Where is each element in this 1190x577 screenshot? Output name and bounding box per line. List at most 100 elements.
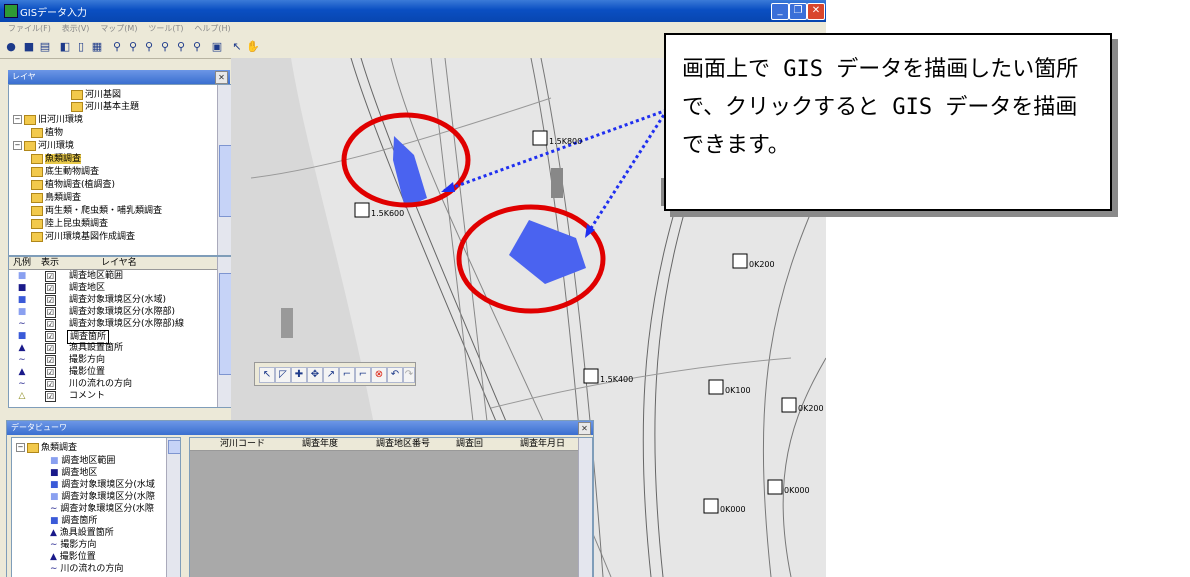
tree-item[interactable]: 植物調査(植調査) [31,177,115,190]
tree-item[interactable]: 河川環境基図作成調査 [31,229,135,242]
layer-row[interactable]: ■ ☑ 調査対象環境区分(水際部) [9,306,219,318]
zoom-full-icon[interactable]: ⚲ [142,40,156,54]
undo-icon[interactable]: ↶ [387,367,403,383]
zoom-layer-icon[interactable]: ⚲ [158,40,172,54]
layer-panel-title: レイヤ ✕ [8,70,230,84]
layer-name: 川の流れの方向 [69,379,133,389]
save-icon[interactable]: ■ [22,40,36,54]
pan-hand-icon[interactable]: ✋ [246,40,260,54]
visible-checkbox[interactable]: ☑ [45,271,56,282]
layer-table-scrollbar[interactable] [217,257,231,407]
draw-polygon-icon[interactable]: ◸ [275,367,291,383]
zoom-in-icon[interactable]: ⚲ [110,40,124,54]
col-survey-round[interactable]: 調査回 [456,438,483,450]
tree-item[interactable]: 植物 [31,125,63,138]
collapse-icon[interactable]: − [16,443,25,452]
move-vertex-icon[interactable]: ✥ [307,367,323,383]
minimize-button[interactable]: _ [771,3,789,20]
select-tool-icon[interactable]: ↖ [259,367,275,383]
maximize-button[interactable]: ❐ [789,3,807,20]
col-legend: 凡例 [13,258,32,268]
tree-item[interactable]: 鳥類調査 [31,190,81,203]
folder-icon [31,179,43,190]
tree-item[interactable]: 両生類・爬虫類・哺乳類調査 [31,203,162,216]
folder-icon [24,140,36,151]
data-table-scrollbar[interactable] [578,438,592,577]
visible-checkbox[interactable]: ☑ [45,331,56,342]
redo-icon[interactable]: ↷ [403,367,415,383]
delete-icon[interactable]: ⊗ [371,367,387,383]
layer-name: 調査地区範囲 [69,271,124,281]
layer-panel-close-icon[interactable]: ✕ [215,71,228,84]
menu-tools[interactable]: ツール(T) [148,22,183,36]
collapse-icon[interactable]: − [13,115,22,124]
pointer-icon[interactable]: ↖ [230,40,244,54]
table-icon[interactable]: ▦ [90,40,104,54]
close-button[interactable]: ✕ [807,3,825,20]
map-icon[interactable]: ▣ [210,40,224,54]
tree-item-selected[interactable]: 魚類調査 [31,151,82,164]
col-visible: 表示 [41,258,60,268]
triangle-icon: ▲ [18,343,26,353]
layers-icon[interactable]: ◧ [58,40,72,54]
visible-checkbox[interactable]: ☑ [45,283,56,294]
pointer-tool-icon[interactable]: ↗ [323,367,339,383]
tree-item[interactable]: 底生動物調査 [31,164,99,177]
layer-row[interactable]: ▲ ☑ 漁具設置箇所 [9,342,219,354]
layer-row[interactable]: ∼ ☑ 川の流れの方向 [9,378,219,390]
menu-map[interactable]: マップ(M) [100,22,137,36]
tree-item[interactable]: ∼ 川の流れの方向 [50,561,123,574]
globe-icon[interactable]: ● [4,40,18,54]
menu-help[interactable]: ヘルプ(H) [194,22,230,36]
line-tool-icon[interactable]: ⌐ [355,367,371,383]
layer-name: 撮影方向 [69,355,106,365]
layer-table-header: 凡例 表示 レイヤ名 [9,257,231,270]
layer-row[interactable]: ■ ☑ 調査対象環境区分(水域) [9,294,219,306]
visible-checkbox[interactable]: ☑ [45,307,56,318]
tree-item[interactable]: − 河川環境 [13,138,74,151]
zoom-menu-icon[interactable]: ⚲ [190,40,204,54]
window-title: GISデータ入力 [20,8,88,19]
col-river-code[interactable]: 河川コード [220,438,265,450]
properties-icon[interactable]: ▯ [74,40,88,54]
data-tree-scrollbar[interactable] [166,438,180,577]
layer-tree-scrollbar[interactable] [217,85,231,255]
visible-checkbox[interactable]: ☑ [45,391,56,402]
visible-checkbox[interactable]: ☑ [45,343,56,354]
scrollbar-up-icon[interactable] [168,440,180,454]
visible-checkbox[interactable]: ☑ [45,355,56,366]
zoom-out-icon[interactable]: ⚲ [126,40,140,54]
folder-icon [31,231,43,242]
tree-root[interactable]: − 魚類調査 [16,440,77,453]
data-viewer-close-icon[interactable]: ✕ [578,422,591,435]
visible-checkbox[interactable]: ☑ [45,367,56,378]
layer-row[interactable]: △ ☑ コメント [9,390,219,402]
visible-checkbox[interactable]: ☑ [45,379,56,390]
data-viewer-title: データビューワ ✕ [7,421,593,435]
zoom-select-icon[interactable]: ⚲ [174,40,188,54]
col-survey-date[interactable]: 調査年月日 [520,438,565,450]
layer-row-selected[interactable]: ■ ☑ 調査箇所 [9,330,219,344]
folder-icon [31,218,43,229]
col-area-number[interactable]: 調査地区番号 [376,438,430,450]
tree-item[interactable]: 陸上昆虫類調査 [31,216,108,229]
layer-row[interactable]: ■ ☑ 調査地区 [9,282,219,294]
layer-panel-title-text: レイヤ [12,72,36,81]
layer-row[interactable]: ∼ ☑ 調査対象環境区分(水際部)線 [9,318,219,330]
draw-line-icon[interactable]: ⌐ [339,367,355,383]
tree-item[interactable]: − 旧河川環境 [13,112,83,125]
col-survey-year[interactable]: 調査年度 [302,438,338,450]
tree-item[interactable]: 河川基本主題 [71,99,139,112]
collapse-icon[interactable]: − [13,141,22,150]
print-icon[interactable]: ▤ [38,40,52,54]
visible-checkbox[interactable]: ☑ [45,319,56,330]
layer-row[interactable]: ∼ ☑ 撮影方向 [9,354,219,366]
visible-checkbox[interactable]: ☑ [45,295,56,306]
menu-file[interactable]: ファイル(F) [8,22,51,36]
layer-row[interactable]: ▲ ☑ 撮影位置 [9,366,219,378]
menu-view[interactable]: 表示(V) [62,22,90,36]
tree-item-label: 魚類調査 [45,154,82,164]
add-vertex-icon[interactable]: ✚ [291,367,307,383]
layer-row[interactable]: ■ ☑ 調査地区範囲 [9,270,219,282]
layer-tree: 河川基図 河川基本主題 − 旧河川環境 植物 − 河川環境 魚類調査 底生動物調査 … [8,84,232,256]
